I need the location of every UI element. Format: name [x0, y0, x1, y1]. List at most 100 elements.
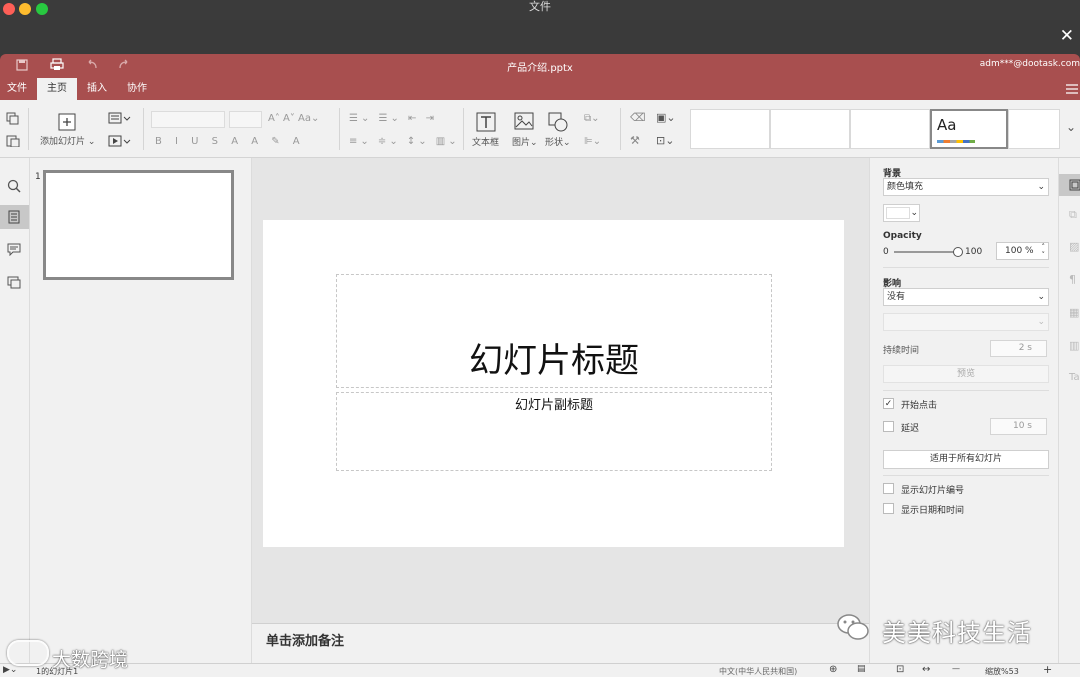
fill-color-icon[interactable]: ▣⌄ — [656, 111, 676, 125]
duration-input: 2 s — [990, 340, 1047, 357]
tab-file[interactable]: 文件 — [0, 78, 34, 100]
align-objects-icon[interactable]: ⊫⌄ — [584, 135, 601, 149]
minimize-window-icon[interactable] — [19, 3, 31, 15]
slide[interactable]: 幻灯片标题 幻灯片副标题 — [263, 220, 844, 547]
clear-format-icon[interactable]: ⌫ — [630, 111, 646, 125]
background-select[interactable]: 颜色填充 ⌄ — [883, 178, 1049, 196]
notes-area[interactable]: 单击添加备注 — [252, 623, 869, 663]
theme-option[interactable] — [770, 109, 850, 149]
delay-checkbox[interactable] — [883, 421, 894, 432]
opacity-slider-handle[interactable] — [953, 247, 963, 257]
effect-select[interactable]: 没有 ⌄ — [883, 288, 1049, 306]
opacity-label: Opacity — [883, 231, 922, 241]
show-number-checkbox[interactable] — [883, 483, 894, 494]
arrange-icon[interactable]: ⧉⌄ — [584, 112, 600, 126]
zoom-window-icon[interactable] — [36, 3, 48, 15]
chevron-down-icon: ⌄ — [1037, 317, 1045, 327]
start-click-checkbox[interactable]: ✓ — [883, 398, 894, 409]
theme-expand-icon[interactable]: ⌄ — [1066, 120, 1076, 134]
effect-type-select: ⌄ — [883, 313, 1049, 331]
language-select[interactable]: 中文(中华人民共和国) — [719, 666, 797, 677]
font-family-select[interactable] — [151, 111, 225, 128]
zoom-in-button[interactable]: + — [1043, 663, 1052, 676]
comment-icon[interactable] — [7, 243, 21, 256]
add-slide-icon[interactable] — [58, 113, 76, 131]
wechat-logo-icon — [836, 612, 870, 642]
spellcheck-icon[interactable]: ▤ — [857, 664, 866, 674]
slide-settings-icon — [1069, 179, 1080, 191]
image-label: 图片 — [512, 138, 531, 148]
shape-icon[interactable] — [548, 112, 568, 132]
opacity-input[interactable]: 100 % ˄ ˅ — [996, 242, 1049, 260]
watermark-logo-icon — [7, 640, 49, 666]
window-titlebar: 文件 — [0, 0, 1080, 20]
chat-icon[interactable] — [7, 276, 21, 289]
duration-label: 持续时间 — [883, 346, 920, 356]
slides-panel-toggle[interactable] — [0, 205, 29, 229]
font-size-tools[interactable]: A˄ A˅ Aa⌄ — [268, 112, 319, 126]
paragraph-settings-icon[interactable]: ¶ — [1069, 273, 1076, 286]
color-swatch — [886, 207, 910, 219]
spinner-icon[interactable]: ˄ ˅ — [1042, 243, 1046, 259]
tab-collaborate[interactable]: 协作 — [120, 78, 154, 100]
image-settings-icon[interactable]: ▨ — [1069, 240, 1079, 253]
menu-bar: 文件 主页 插入 协作 — [0, 78, 1080, 100]
close-window-icon[interactable] — [3, 3, 15, 15]
window-title: 文件 — [529, 0, 551, 13]
language-icon[interactable]: ⊕ — [829, 664, 837, 675]
theme-option[interactable] — [690, 109, 770, 149]
format-painter-icon[interactable]: ⚒ — [630, 134, 640, 148]
table-settings-icon[interactable]: ▦ — [1069, 306, 1079, 319]
opacity-slider-track[interactable] — [894, 247, 963, 257]
add-slide-button[interactable]: 添加幻灯片 ⌄ — [40, 135, 95, 149]
title-placeholder[interactable]: 幻灯片标题 — [336, 274, 772, 388]
slide-settings-toggle[interactable] — [1059, 174, 1080, 196]
slide-thumbnail[interactable] — [43, 170, 234, 280]
document-title: 产品介绍.pptx — [507, 63, 573, 74]
chevron-down-icon: ⌄ — [910, 208, 918, 218]
textart-settings-icon[interactable]: Ta — [1069, 372, 1080, 383]
chart-settings-icon[interactable]: ▥ — [1069, 339, 1079, 352]
user-account[interactable]: adm***@dootask.com — [980, 59, 1080, 69]
tab-home[interactable]: 主页 — [37, 78, 77, 100]
show-datetime-checkbox[interactable] — [883, 503, 894, 514]
theme-option-selected[interactable]: Aa — [930, 109, 1008, 149]
textbox-icon[interactable] — [476, 112, 496, 132]
textbox-button[interactable]: 文本框 — [472, 136, 499, 150]
slideshow-icon[interactable] — [108, 135, 132, 147]
close-icon[interactable]: ✕ — [1060, 26, 1074, 46]
start-click-label: 开始点击 — [901, 401, 938, 411]
list-tools[interactable]: ☰⌄ ☰⌄ ⇤ ⇥ — [349, 112, 437, 126]
delay-label: 延迟 — [901, 424, 920, 434]
shape-settings-icon[interactable]: ⧉ — [1069, 208, 1077, 222]
font-size-select[interactable] — [229, 111, 262, 128]
copy-icon[interactable] — [6, 112, 20, 125]
layout-icon[interactable] — [108, 112, 132, 124]
search-icon[interactable] — [7, 179, 21, 193]
preview-button: 预览 — [883, 365, 1049, 383]
subtitle-placeholder[interactable]: 幻灯片副标题 — [336, 392, 772, 471]
theme-option[interactable] — [1008, 109, 1060, 149]
hamburger-menu-icon[interactable] — [1066, 84, 1078, 94]
zoom-out-button[interactable]: — — [952, 664, 960, 673]
fit-slide-icon[interactable]: ⊡ — [896, 664, 904, 675]
right-toolbar: ⧉ ▨ ¶ ▦ ▥ Ta — [1058, 158, 1080, 663]
apply-to-all-button[interactable]: 适用于所有幻灯片 — [883, 450, 1049, 469]
theme-option[interactable] — [850, 109, 930, 149]
slide-settings-panel: 背景 颜色填充 ⌄ ⌄ Opacity 0 100 100 % ˄ ˅ 影响 没有 ⌄ … — [869, 158, 1058, 663]
ribbon-toolbar: 添加幻灯片 ⌄ A˄ A˅ Aa⌄ B I U S A A ✎ A ☰⌄ ☰⌄ … — [0, 100, 1080, 158]
fit-width-icon[interactable]: ↔ — [922, 664, 930, 675]
slide-editor-canvas: 幻灯片标题 幻灯片副标题 — [252, 158, 869, 623]
image-button[interactable]: 图片⌄ — [512, 136, 538, 150]
text-format-tools[interactable]: B I U S A A ✎ A — [155, 135, 305, 149]
slide-size-icon[interactable]: ⊡⌄ — [656, 134, 674, 148]
paste-icon[interactable] — [6, 134, 20, 147]
tab-insert[interactable]: 插入 — [80, 78, 114, 100]
opacity-value: 100 % — [1005, 246, 1034, 256]
image-icon[interactable] — [514, 112, 534, 130]
divider — [883, 475, 1049, 476]
background-color-picker[interactable]: ⌄ — [883, 204, 920, 222]
slideshow-start-icon[interactable]: ▶⌄ — [3, 665, 17, 675]
align-tools[interactable]: ≡⌄ ≑⌄ ↕⌄ ▥⌄ — [349, 135, 460, 149]
shape-button[interactable]: 形状⌄ — [545, 136, 571, 150]
